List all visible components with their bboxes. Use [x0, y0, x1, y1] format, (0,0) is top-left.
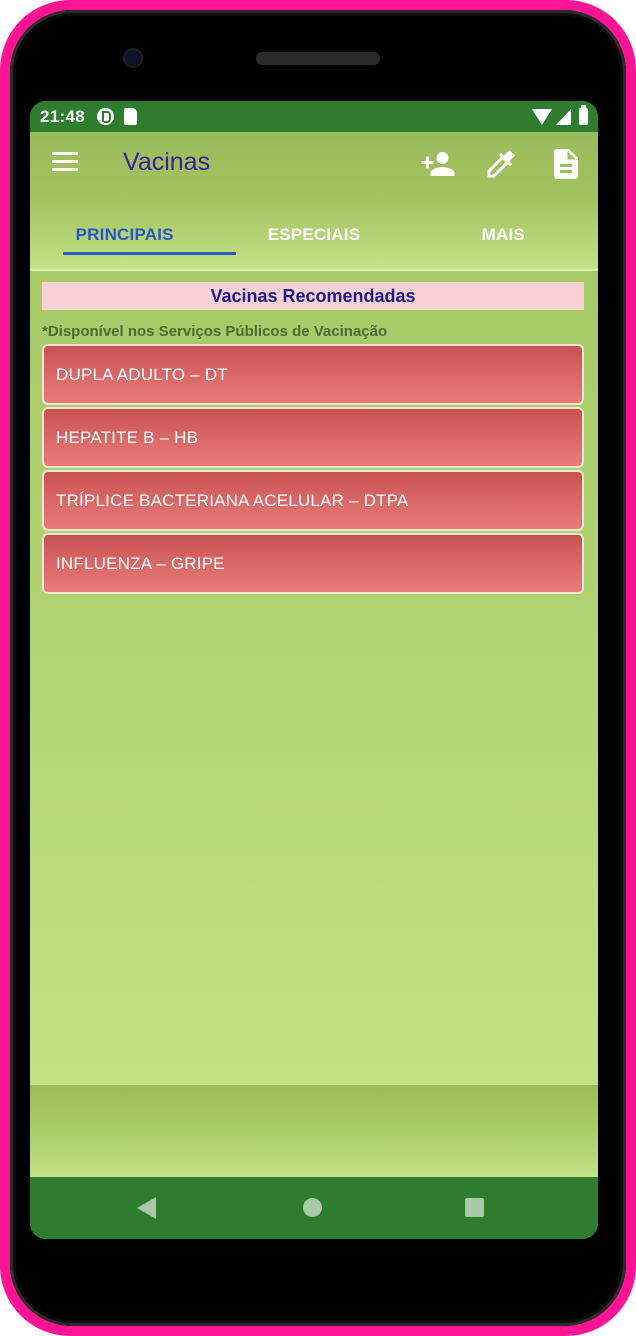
recents-icon[interactable] [465, 1198, 484, 1217]
vaccine-item-influenza[interactable]: INFLUENZA – GRIPE [42, 533, 584, 594]
home-icon[interactable] [303, 1198, 322, 1217]
tab-especiais[interactable]: ESPECIAIS [219, 212, 408, 269]
add-person-button[interactable] [420, 146, 456, 182]
document-button[interactable] [548, 146, 584, 182]
vaccine-list: DUPLA ADULTO – DT HEPATITE B – HB TRÍPLI… [42, 344, 584, 596]
section-title: Vacinas Recomendadas [42, 282, 584, 310]
content-area: Vacinas Recomendadas *Disponível nos Ser… [30, 269, 598, 1085]
vaccine-item-dupla-adulto[interactable]: DUPLA ADULTO – DT [42, 344, 584, 405]
screen: 21:48 Vacinas PRINCIPAIS ESPECIAIS MAIS … [30, 101, 598, 1239]
battery-icon [579, 105, 588, 125]
system-nav-bar [30, 1177, 598, 1239]
front-camera [125, 50, 141, 66]
document-icon [554, 149, 578, 179]
person-add-icon [421, 152, 455, 176]
bottom-bar [30, 1085, 598, 1177]
status-bar: 21:48 [30, 101, 598, 132]
eyedropper-icon [487, 150, 515, 178]
status-icons-right [532, 105, 588, 125]
signal-icon [556, 108, 571, 125]
status-icons-left [96, 108, 137, 125]
tab-mais[interactable]: MAIS [409, 212, 598, 269]
vaccine-item-hepatite-b[interactable]: HEPATITE B – HB [42, 407, 584, 468]
active-tab-indicator [63, 252, 236, 255]
earpiece-speaker [256, 52, 380, 65]
status-time: 21:48 [40, 106, 85, 126]
notification-p-icon [96, 108, 114, 125]
tab-bar: PRINCIPAIS ESPECIAIS MAIS [30, 212, 598, 269]
eyedropper-button[interactable] [483, 146, 519, 182]
toolbar: Vacinas [30, 132, 598, 196]
app-title: Vacinas [123, 148, 211, 176]
wifi-icon [532, 108, 552, 125]
app-bar: Vacinas PRINCIPAIS ESPECIAIS MAIS [30, 132, 598, 269]
availability-note: *Disponível nos Serviços Públicos de Vac… [42, 323, 388, 340]
tab-principais[interactable]: PRINCIPAIS [30, 212, 219, 269]
hamburger-menu-icon[interactable] [52, 152, 78, 172]
vaccine-item-triplice-bacteriana[interactable]: TRÍPLICE BACTERIANA ACELULAR – DTPA [42, 470, 584, 531]
back-icon[interactable] [137, 1197, 156, 1219]
sd-card-icon [123, 108, 137, 125]
